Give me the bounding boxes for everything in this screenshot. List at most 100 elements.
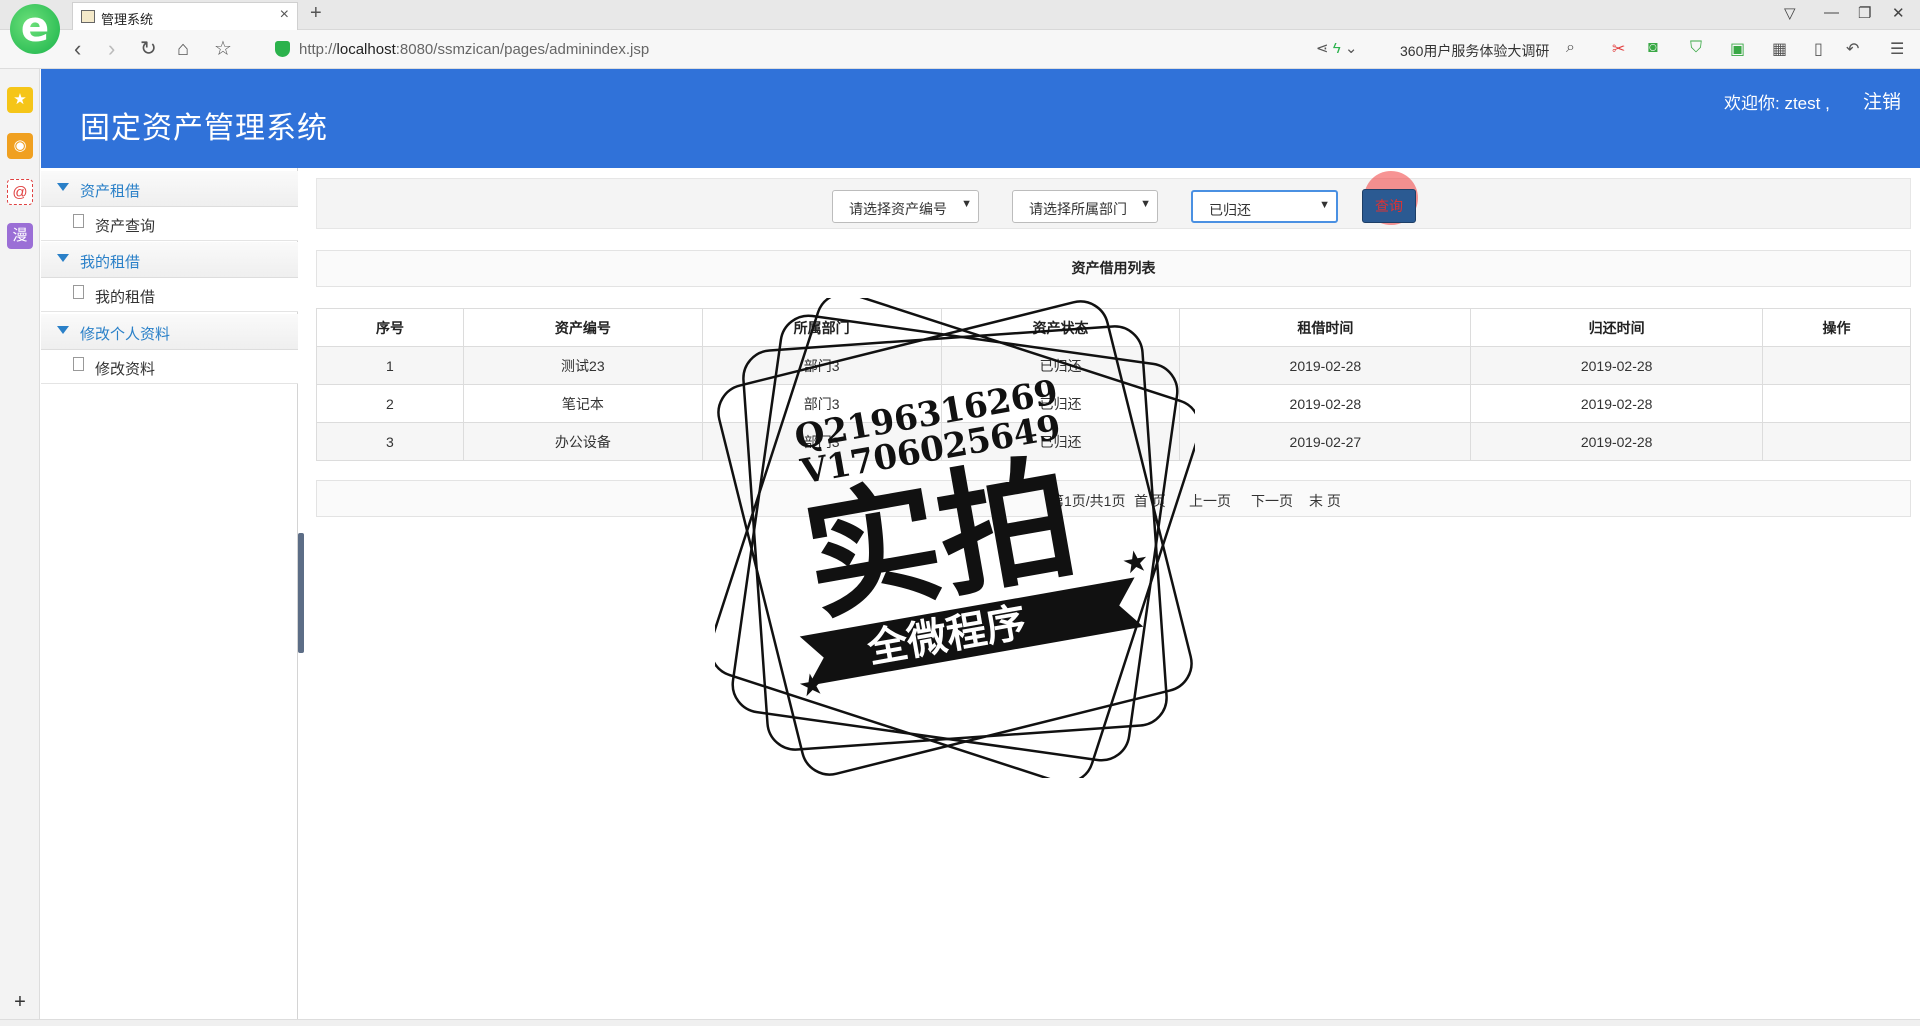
browser-logo-icon	[10, 4, 60, 54]
query-button[interactable]: 查询	[1362, 189, 1416, 223]
back-icon[interactable]: ‹	[74, 37, 81, 61]
table-cell: 2019-02-28	[1470, 346, 1764, 385]
tab-close-icon[interactable]: ×	[280, 6, 289, 24]
security-shield-icon	[275, 41, 290, 57]
table-cell: 笔记本	[462, 384, 703, 423]
forward-icon[interactable]: ›	[108, 37, 115, 61]
asset-number-select[interactable]: 请选择资产编号 ▼	[832, 190, 979, 223]
column-header: 租借时间	[1179, 308, 1472, 347]
column-header: 序号	[316, 308, 464, 347]
column-header: 操作	[1762, 308, 1911, 347]
table-cell: 2	[316, 384, 464, 423]
page-info: 第1页/共1页	[1050, 493, 1126, 509]
add-icon[interactable]: +	[7, 989, 33, 1015]
home-icon[interactable]: ⌂	[177, 37, 189, 61]
search-icon[interactable]: ⌕	[1566, 39, 1575, 57]
column-header: 所属部门	[701, 308, 942, 347]
menu-item-asset-query[interactable]: 资产查询	[41, 207, 298, 241]
search-promo-link[interactable]: 360用户服务体验大调研	[1400, 41, 1549, 61]
table-cell: 3	[316, 422, 464, 461]
new-tab-icon[interactable]: +	[310, 2, 322, 25]
next-page-link[interactable]: 下一页	[1251, 491, 1293, 511]
expand-triangle-icon	[57, 326, 69, 334]
department-select[interactable]: 请选择所属部门 ▼	[1012, 190, 1158, 223]
app-title: 固定资产管理系统	[80, 112, 328, 145]
dropdown-arrow-icon: ▼	[1140, 198, 1151, 210]
pagination-bar: 第1页/共1页 首 页 上一页 下一页 末 页	[316, 480, 1911, 517]
document-icon	[73, 214, 84, 228]
browser-tab-bar: 管理系统 × + ▽ — ❐ ✕	[0, 0, 1920, 30]
shield-ext-icon[interactable]: ⛉	[1690, 39, 1702, 57]
menu-item-edit-profile[interactable]: 修改资料	[41, 350, 298, 384]
shirt-icon[interactable]: ▽	[1784, 4, 1796, 22]
sidebar-splitter[interactable]	[298, 533, 304, 653]
reload-icon[interactable]: ↻	[140, 37, 157, 61]
table-cell: 2019-02-28	[1470, 422, 1764, 461]
table-cell: 2019-02-27	[1179, 422, 1472, 461]
scissors-icon[interactable]: ✂	[1612, 39, 1625, 59]
menu-group-my-rental[interactable]: 我的租借	[41, 242, 298, 278]
table-header-row: 序号 资产编号 所属部门 资产状态 租借时间 归还时间 操作	[316, 308, 1911, 347]
table-cell: 1	[316, 346, 464, 385]
apps-grid-icon[interactable]: ▦	[1772, 39, 1787, 59]
translate-icon[interactable]: ◙	[1648, 39, 1658, 57]
weibo-icon[interactable]: ◉	[7, 133, 33, 159]
menu-group-profile[interactable]: 修改个人资料	[41, 314, 298, 350]
column-header: 资产编号	[462, 308, 703, 347]
undo-icon[interactable]: ↶	[1846, 39, 1859, 59]
table-cell: 2019-02-28	[1179, 346, 1472, 385]
column-header: 归还时间	[1470, 308, 1764, 347]
table-cell: 部门3	[701, 346, 942, 385]
welcome-text: 欢迎你: ztest ,	[1724, 94, 1830, 113]
status-select[interactable]: 已归还 ▼	[1191, 190, 1338, 223]
logout-link[interactable]: 注销	[1863, 87, 1901, 114]
table-cell	[1762, 422, 1911, 461]
last-page-link[interactable]: 末 页	[1309, 491, 1341, 511]
table-cell	[1762, 346, 1911, 385]
app-header: 固定资产管理系统 欢迎你: ztest , 注销	[41, 69, 1920, 168]
document-icon	[73, 285, 84, 299]
document-icon	[73, 357, 84, 371]
table-cell: 部门3	[701, 384, 942, 423]
table-row: 2 笔记本 部门3 已归还 2019-02-28 2019-02-28	[316, 384, 1911, 423]
expand-triangle-icon	[57, 183, 69, 191]
first-page-link[interactable]: 首 页	[1134, 491, 1166, 511]
comic-icon[interactable]: 漫	[7, 223, 33, 249]
menu-item-my-rental[interactable]: 我的租借	[41, 278, 298, 312]
table-cell: 办公设备	[462, 422, 703, 461]
table-cell: 2019-02-28	[1470, 384, 1764, 423]
mail-icon[interactable]: @	[7, 179, 33, 205]
tab-title: 管理系统	[101, 12, 154, 27]
phone-icon[interactable]: ▯	[1814, 39, 1823, 59]
prev-page-link[interactable]: 上一页	[1189, 491, 1231, 511]
address-bar: ‹ › ↻ ⌂ ☆ http://localhost:8080/ssmzican…	[0, 30, 1920, 69]
table-cell: 测试23	[462, 346, 703, 385]
main-content: 请选择资产编号 ▼ 请选择所属部门 ▼ 已归还 ▼ 查询 资产借用列表 序号 资…	[305, 168, 1920, 1019]
table-row: 1 测试23 部门3 已归还 2019-02-28 2019-02-28	[316, 346, 1911, 385]
status-bar	[0, 1019, 1920, 1026]
game-icon[interactable]: ▣	[1730, 39, 1745, 59]
table-caption: 资产借用列表	[316, 250, 1911, 287]
menu-group-asset-rental[interactable]: 资产租借	[41, 171, 298, 207]
favorite-star-icon[interactable]: ☆	[214, 37, 232, 61]
browser-tab[interactable]: 管理系统 ×	[72, 2, 298, 30]
tab-favicon-icon	[81, 10, 95, 23]
close-window-icon[interactable]: ✕	[1892, 4, 1905, 22]
table-cell: 2019-02-28	[1179, 384, 1472, 423]
menu-icon[interactable]: ☰	[1890, 39, 1904, 59]
dropdown-arrow-icon: ▼	[961, 198, 972, 210]
dropdown-arrow-icon: ▼	[1319, 199, 1330, 211]
filter-bar: 请选择资产编号 ▼ 请选择所属部门 ▼ 已归还 ▼ 查询	[316, 171, 1911, 229]
minimize-icon[interactable]: —	[1824, 4, 1839, 21]
table-cell: 部门3	[701, 422, 942, 461]
table-cell	[1762, 384, 1911, 423]
expand-triangle-icon	[57, 254, 69, 262]
table-cell: 已归还	[940, 384, 1181, 423]
browser-side-dock: ★ ◉ @ 漫 +	[0, 69, 40, 1019]
table-row: 3 办公设备 部门3 已归还 2019-02-27 2019-02-28	[316, 422, 1911, 461]
share-icon[interactable]: ⋖ ϟ ⌄	[1316, 39, 1357, 57]
restore-icon[interactable]: ❐	[1858, 4, 1871, 22]
asset-borrow-table: 序号 资产编号 所属部门 资产状态 租借时间 归还时间 操作 1 测试23 部门…	[316, 308, 1911, 461]
url-field[interactable]: http://localhost:8080/ssmzican/pages/adm…	[299, 41, 649, 58]
favorites-star-icon[interactable]: ★	[7, 87, 33, 113]
